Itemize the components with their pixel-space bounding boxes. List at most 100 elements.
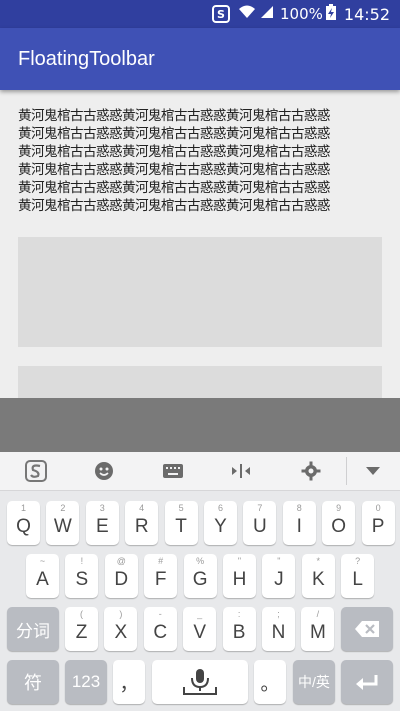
key-hint: ; xyxy=(277,609,280,619)
soft-keyboard: 1Q2W3E4R5T6Y7U8I9O0P ~ A! S @ D # F% G " H " J * K? L … xyxy=(0,452,400,711)
key-label: M xyxy=(309,622,326,643)
key-a[interactable]: ~ A xyxy=(26,554,59,598)
key-label: A xyxy=(36,569,49,590)
key-w[interactable]: 2W xyxy=(46,501,80,545)
key-hint: - xyxy=(158,609,162,619)
clock-time: 14:52 xyxy=(343,4,390,24)
key-b[interactable]: :B xyxy=(222,607,256,651)
space-voice-key[interactable] xyxy=(152,660,248,704)
key-hint: 7 xyxy=(257,503,263,513)
key-hint: / xyxy=(316,609,320,619)
key-label: Y xyxy=(214,516,227,537)
enter-icon xyxy=(356,675,378,690)
key-r[interactable]: 4R xyxy=(125,501,159,545)
key-label: O xyxy=(331,516,347,537)
key-hint: ( xyxy=(80,609,83,619)
text-line: 黄河鬼棺古古惑惑黄河鬼棺古古惑惑黄河鬼棺古古惑惑 xyxy=(18,162,330,178)
key-c[interactable]: -C xyxy=(143,607,177,651)
key-hint: 0 xyxy=(375,503,381,513)
key-label: R xyxy=(134,516,149,537)
key-k[interactable]: * K xyxy=(301,554,335,598)
key-label: X xyxy=(114,622,128,643)
text-line: 黄河鬼棺古古惑惑黄河鬼棺古古惑惑黄河鬼棺古古惑惑 xyxy=(18,108,330,124)
key-hint: 6 xyxy=(217,503,223,513)
key-label: D xyxy=(114,569,129,590)
number-key[interactable]: 123 xyxy=(65,660,107,704)
key-hint: ? xyxy=(355,556,361,566)
key-hint: " xyxy=(237,556,242,566)
key-label: Q xyxy=(16,516,31,537)
key-t[interactable]: 5T xyxy=(164,501,198,545)
key-h[interactable]: " H xyxy=(223,554,256,598)
content-text: 黄河鬼棺古古惑惑黄河鬼棺古古惑惑黄河鬼棺古古惑惑 黄河鬼棺古古惑惑黄河鬼棺古古惑… xyxy=(18,107,382,215)
key-label: U xyxy=(253,516,267,537)
key-label: J xyxy=(274,569,284,590)
chinese-english-toggle-key[interactable]: 中/英 xyxy=(293,660,335,704)
key-label: N xyxy=(271,622,286,643)
backspace-icon xyxy=(355,621,379,637)
period-key[interactable]: 。 xyxy=(254,660,286,704)
key-o[interactable]: 9O xyxy=(322,501,356,545)
app-title: FloatingToolbar xyxy=(18,48,155,70)
text-line: 黄河鬼棺古古惑惑黄河鬼棺古古惑惑黄河鬼棺古古惑惑 xyxy=(18,198,330,214)
enter-key[interactable] xyxy=(341,660,393,704)
signal-icon xyxy=(260,5,274,23)
settings-gear-icon[interactable] xyxy=(300,460,322,482)
key-hint: 3 xyxy=(99,503,105,513)
backspace-key[interactable] xyxy=(341,607,393,651)
key-l[interactable]: ? L xyxy=(341,554,375,598)
text-line: 黄河鬼棺古古惑惑黄河鬼棺古古惑惑黄河鬼棺古古惑惑 xyxy=(18,144,330,160)
key-hint: ~ xyxy=(39,556,46,566)
key-hint: : xyxy=(237,609,241,619)
sogou-notification-icon: S xyxy=(212,5,230,23)
text-line: 黄河鬼棺古古惑惑黄河鬼棺古古惑惑黄河鬼棺古古惑惑 xyxy=(18,126,330,142)
key-label: W xyxy=(53,516,72,537)
key-u[interactable]: 7U xyxy=(243,501,277,545)
word-split-key[interactable]: 分词 xyxy=(7,607,59,651)
wifi-icon xyxy=(238,5,256,23)
key-d[interactable]: @ D xyxy=(104,554,138,598)
microphone-icon xyxy=(183,669,217,695)
keyboard-icon[interactable] xyxy=(162,460,184,482)
key-hint: 5 xyxy=(178,503,184,513)
app-bar: FloatingToolbar xyxy=(0,28,400,90)
key-hint: 9 xyxy=(336,503,342,513)
key-label: B xyxy=(232,622,246,643)
key-label: Z xyxy=(75,622,88,643)
key-n[interactable]: ; N xyxy=(262,607,295,651)
key-label: L xyxy=(352,569,363,590)
key-label: P xyxy=(371,516,385,537)
key-s[interactable]: ! S xyxy=(65,554,99,598)
key-hint: % xyxy=(196,556,205,566)
key-label: H xyxy=(232,569,247,590)
key-label: C xyxy=(153,622,168,643)
comma-key[interactable]: ， xyxy=(113,660,145,704)
collapse-triangle-icon[interactable] xyxy=(362,460,384,482)
key-y[interactable]: 6Y xyxy=(204,501,237,545)
cursor-move-icon[interactable] xyxy=(230,460,252,482)
key-p[interactable]: 0P xyxy=(361,501,395,545)
symbol-key[interactable]: 符 xyxy=(7,660,59,704)
key-z[interactable]: (Z xyxy=(65,607,98,651)
key-m[interactable]: / M xyxy=(301,607,335,651)
key-hint: 1 xyxy=(20,503,26,513)
key-f[interactable]: # F xyxy=(144,554,178,598)
key-j[interactable]: " J xyxy=(262,554,296,598)
key-hint: 8 xyxy=(296,503,302,513)
key-e[interactable]: 3E xyxy=(85,501,119,545)
key-g[interactable]: % G xyxy=(183,554,217,598)
floating-toolbar-overlay[interactable] xyxy=(0,398,400,452)
key-q[interactable]: 1Q xyxy=(7,501,40,545)
sogou-logo-icon[interactable] xyxy=(25,460,47,482)
toolbar-divider xyxy=(346,457,347,485)
key-label: E xyxy=(95,516,109,537)
key-x[interactable]: ) X xyxy=(104,607,138,651)
key-v[interactable]: _ V xyxy=(183,607,217,651)
emoji-icon[interactable] xyxy=(93,460,115,482)
key-hint: ) xyxy=(119,609,123,619)
key-label: T xyxy=(175,516,187,537)
key-i[interactable]: 8I xyxy=(282,501,316,545)
key-hint: # xyxy=(158,556,164,566)
key-label: K xyxy=(311,569,325,590)
placeholder-card xyxy=(18,237,382,347)
